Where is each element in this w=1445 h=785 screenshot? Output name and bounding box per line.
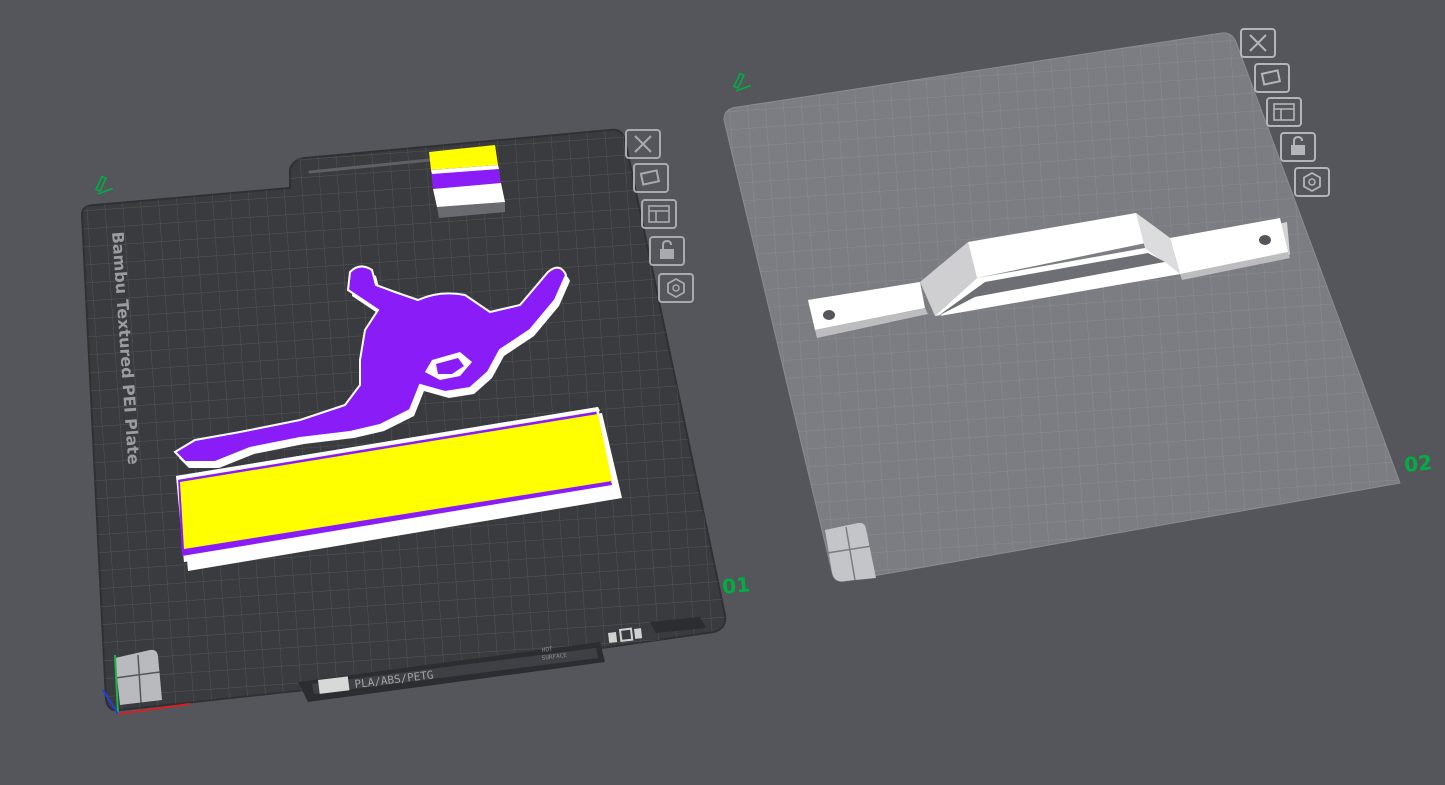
close-icon[interactable] [625, 129, 661, 159]
plate-1[interactable]: Bambu Textured PEI Plate 01 PLA/ABS/PETG… [80, 128, 751, 715]
plate-1-number[interactable]: 01 [721, 572, 751, 599]
layout-icon[interactable] [1266, 97, 1302, 127]
edit-plate-1-icon[interactable] [93, 174, 114, 195]
hot-surface-label-1: HOT [541, 646, 553, 654]
plate-2-number[interactable]: 02 [1403, 450, 1433, 477]
arrange-icon[interactable] [1254, 63, 1290, 93]
lock-icon[interactable] [1280, 132, 1316, 162]
plate-2[interactable]: 02 [723, 28, 1433, 582]
hexagon-icon[interactable] [1294, 167, 1330, 197]
edit-plate-2-icon[interactable] [731, 71, 752, 92]
3d-viewport[interactable]: Bambu Textured PEI Plate 01 PLA/ABS/PETG… [0, 0, 1445, 785]
lock-icon[interactable] [649, 236, 685, 266]
origin-marker [114, 649, 162, 705]
arrange-icon[interactable] [633, 163, 669, 193]
hexagon-icon[interactable] [658, 273, 694, 303]
close-icon[interactable] [1240, 28, 1276, 58]
wipe-tower[interactable] [429, 145, 505, 218]
layout-icon[interactable] [641, 199, 677, 229]
